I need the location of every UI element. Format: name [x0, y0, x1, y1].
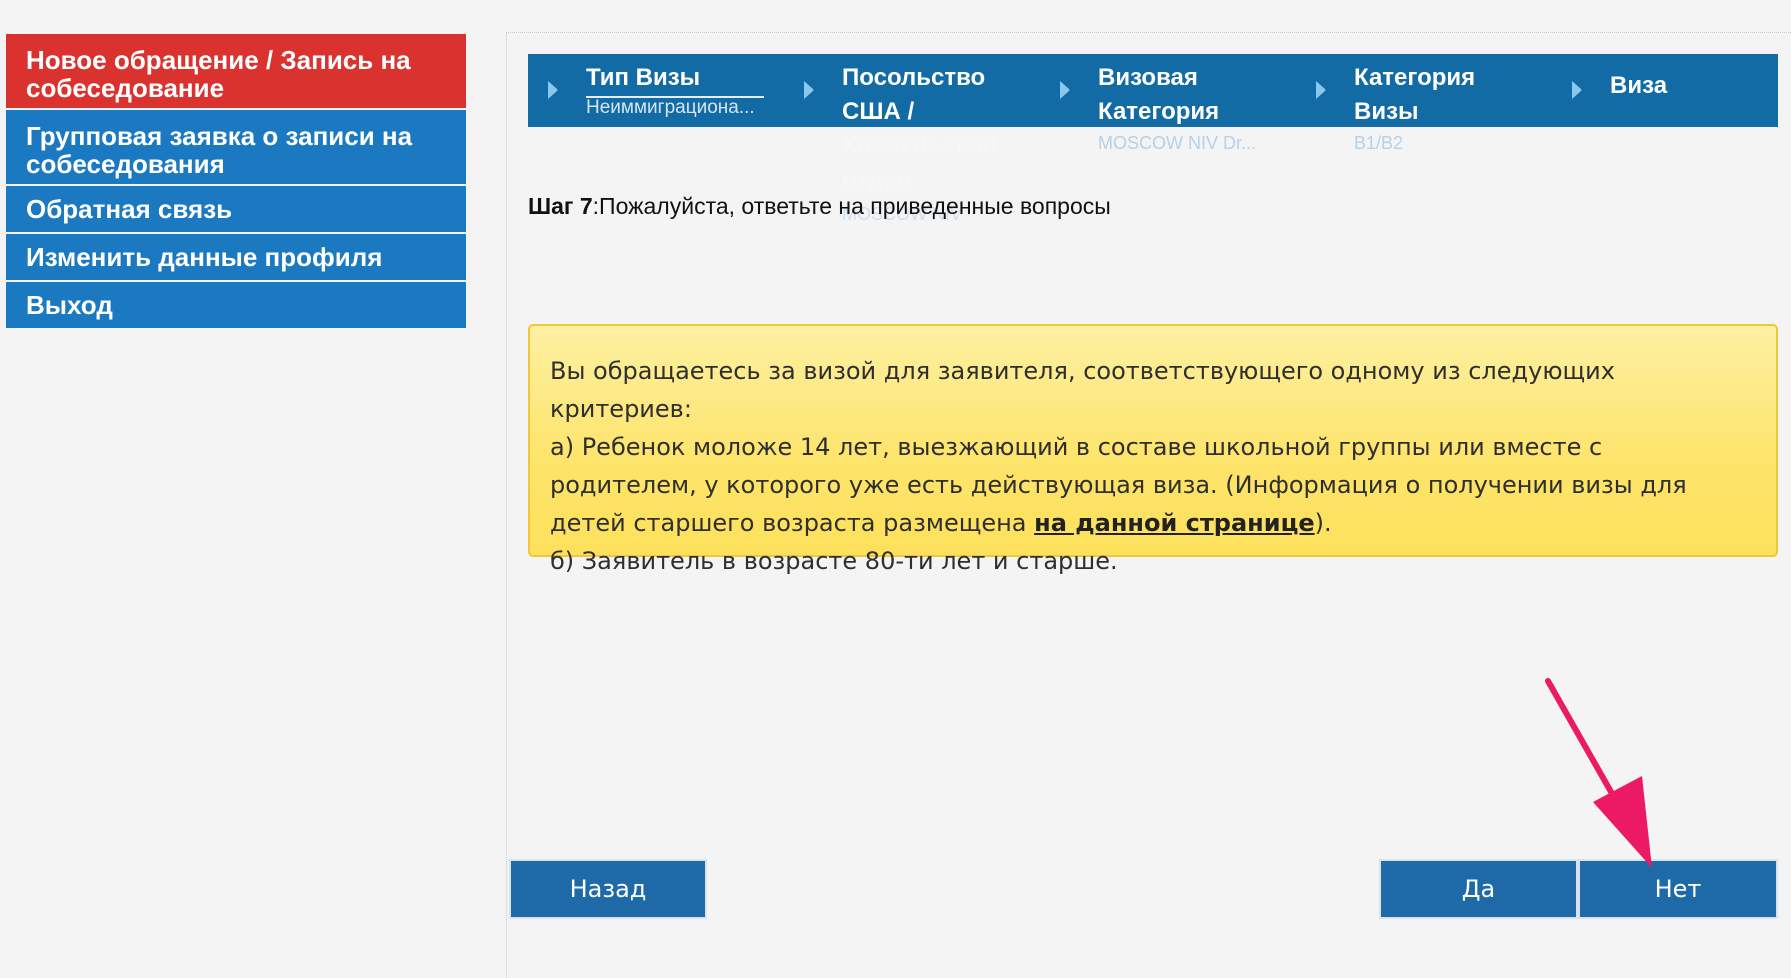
- criteria-notice: Вы обращаетесь за визой для заявителя, с…: [528, 324, 1778, 575]
- step-heading: Шаг 7:Пожалуйста, ответьте на приведенны…: [528, 193, 1111, 220]
- step-visa[interactable]: Виза: [1552, 54, 1778, 127]
- step-embassy-overflow-line1: Консульский: [842, 131, 998, 158]
- step-arrow-icon: [804, 81, 814, 99]
- step-title-line1: Посольство: [842, 64, 986, 91]
- step-category-subtitle: MOSCOW NIV Dr...: [1098, 133, 1257, 153]
- sidebar-item-group-request[interactable]: Групповая заявка о записи на собеседован…: [6, 110, 466, 184]
- step-arrow-icon: [548, 81, 558, 99]
- no-button[interactable]: Нет: [1578, 859, 1778, 919]
- step-visa-class[interactable]: Категория Визы: [1296, 54, 1546, 127]
- step-instruction: :Пожалуйста, ответьте на приведенные воп…: [592, 193, 1111, 219]
- notice-criterion-a-end: ).: [1314, 509, 1332, 537]
- step-number: Шаг 7: [528, 193, 593, 219]
- step-title-line2: Визы: [1354, 98, 1419, 125]
- step-title-line1: Категория: [1354, 64, 1476, 91]
- back-button[interactable]: Назад: [509, 859, 707, 919]
- step-title-line1: Визовая: [1098, 64, 1198, 91]
- sidebar-item-logout[interactable]: Выход: [6, 282, 466, 328]
- step-visa-category[interactable]: Визовая Категория: [1040, 54, 1290, 127]
- notice-intro: Вы обращаетесь за визой для заявителя, с…: [550, 357, 1615, 423]
- notice-criterion-a: а) Ребенок моложе 14 лет, выезжающий в с…: [550, 428, 1756, 542]
- step-arrow-icon: [1316, 81, 1326, 99]
- steps-progress-bar: Тип Визы Неиммиграциона... Посольство СШ…: [528, 54, 1778, 127]
- info-page-link[interactable]: на данной странице: [1034, 509, 1315, 537]
- step-class-subtitle: B1/B2: [1354, 133, 1404, 153]
- step-subtitle: Неиммиграциона...: [586, 97, 755, 118]
- notice-criterion-b: б) Заявитель в возрасте 80-ти лет и стар…: [550, 547, 1118, 575]
- step-title-line2: Категория: [1098, 98, 1220, 125]
- sidebar-item-edit-profile[interactable]: Изменить данные профиля: [6, 234, 466, 280]
- step-embassy[interactable]: Посольство США /: [784, 54, 1034, 127]
- step-title: Тип Визы: [586, 60, 764, 98]
- step-visa-type[interactable]: Тип Визы Неиммиграциона...: [528, 54, 778, 127]
- step-title: Виза: [1610, 72, 1668, 99]
- step-title-line2: США /: [842, 98, 915, 125]
- sidebar-item-new-appointment[interactable]: Новое обращение / Запись на собеседовани…: [6, 34, 466, 108]
- yes-button[interactable]: Да: [1379, 859, 1578, 919]
- sidebar-nav: Новое обращение / Запись на собеседовани…: [6, 34, 466, 330]
- step-arrow-icon: [1572, 81, 1582, 99]
- sidebar-item-feedback[interactable]: Обратная связь: [6, 186, 466, 232]
- step-arrow-icon: [1060, 81, 1070, 99]
